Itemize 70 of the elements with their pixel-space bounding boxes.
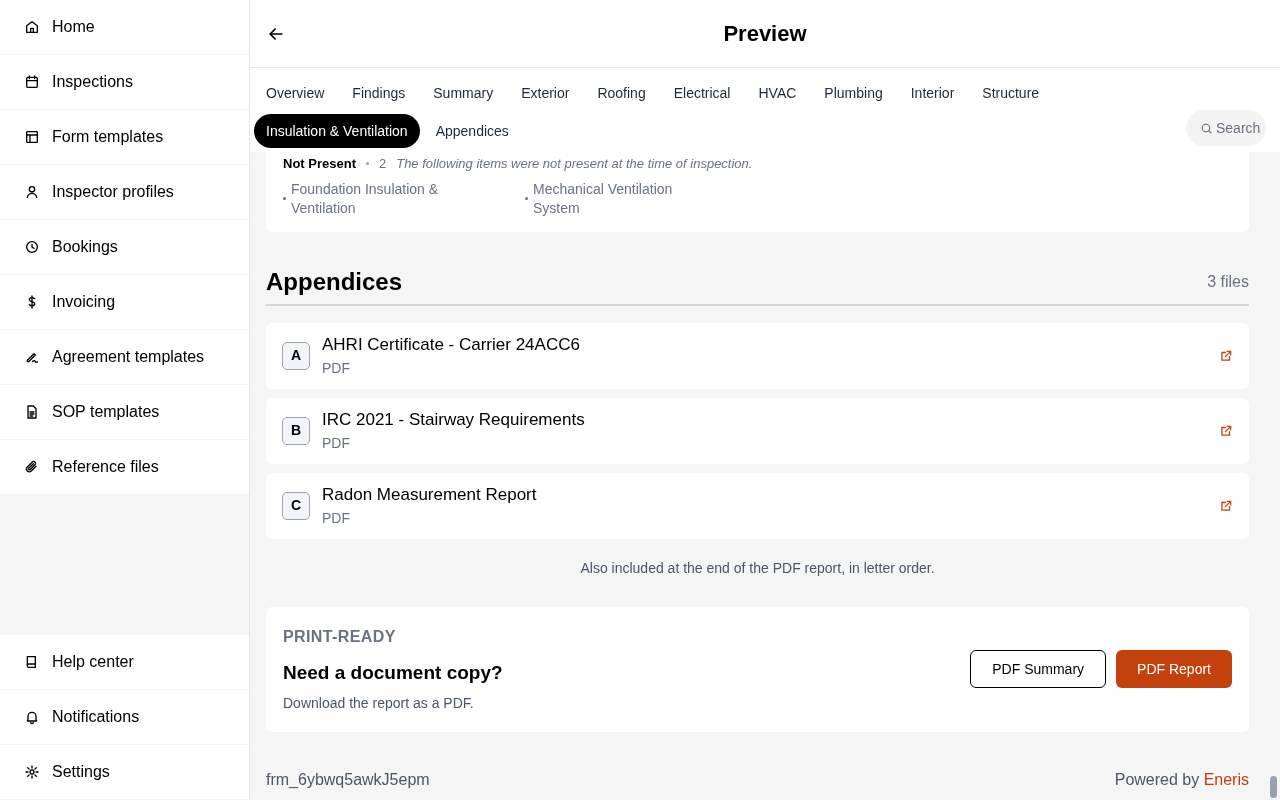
tab[interactable]: Interior [898, 76, 967, 110]
sidebar-item[interactable]: Settings [0, 745, 249, 800]
tab[interactable]: Roofing [585, 76, 658, 110]
file-name: IRC 2021 - Stairway Requirements [322, 409, 586, 432]
list-item: Mechanical Ventilation System [533, 179, 674, 218]
tab[interactable]: Electrical [661, 76, 743, 110]
pdf-report-button[interactable]: PDF Report [1116, 650, 1232, 689]
file-count: 3 files [1207, 271, 1249, 292]
sidebar-item[interactable]: Inspections [0, 55, 249, 110]
sidebar-item[interactable]: SOP templates [0, 385, 249, 440]
sidebar-item[interactable]: Form templates [0, 110, 249, 165]
card-text: Download the report as a PDF. [283, 694, 475, 713]
item-count: 2 [378, 155, 387, 173]
sidebar-item[interactable]: Notifications [0, 690, 249, 745]
bullet-icon [283, 197, 286, 200]
file-type: PDF [322, 433, 351, 453]
layout-icon [24, 129, 40, 145]
sidebar-item[interactable]: Help center [0, 635, 249, 690]
document-icon [24, 404, 40, 420]
tab[interactable]: Insulation & Ventilation [254, 114, 420, 148]
appendix-note: Also included at the end of the PDF report, in letter order. [579, 558, 936, 578]
file-name: Radon Measurement Report [322, 484, 538, 507]
letter-badge: B [282, 416, 310, 445]
file-row[interactable]: B IRC 2021 - Stairway Requirements PDF [266, 397, 1249, 464]
file-name: AHRI Certificate - Carrier 24ACC6 [322, 334, 581, 357]
sidebar-item[interactable]: Reference files [0, 440, 249, 495]
brand-link[interactable]: Eneris [1203, 771, 1249, 788]
sidebar-item[interactable]: Invoicing [0, 275, 249, 330]
page-title: Preview [723, 20, 807, 48]
external-link-icon[interactable] [1219, 348, 1233, 363]
external-link-icon[interactable] [1219, 498, 1233, 513]
user-icon [24, 184, 40, 200]
tab[interactable]: Plumbing [812, 76, 895, 110]
powered-by-text: Powered by Eneris [1114, 770, 1249, 790]
section-label: Not Present [283, 155, 356, 173]
search-icon [1200, 122, 1213, 135]
pdf-summary-button[interactable]: PDF Summary [970, 650, 1107, 689]
file-type: PDF [322, 358, 351, 378]
tab[interactable]: Exterior [509, 76, 582, 110]
sidebar-item[interactable]: Bookings [0, 220, 249, 275]
tab[interactable]: Appendices [423, 114, 521, 148]
tab[interactable]: Findings [340, 76, 418, 110]
letter-badge: C [282, 491, 310, 520]
scrollbar[interactable] [1270, 776, 1277, 798]
form-id: frm_6ybwq5awkJ5epm [266, 770, 430, 790]
tab[interactable]: Overview [254, 76, 337, 110]
section-heading: Appendices [266, 269, 403, 294]
list-item: Foundation Insulation & Ventilation [291, 179, 440, 218]
letter-badge: A [282, 341, 310, 370]
sidebar-item[interactable]: Home [0, 0, 249, 55]
paperclip-icon [24, 459, 40, 475]
file-row[interactable]: A AHRI Certificate - Carrier 24ACC6 PDF [266, 322, 1249, 389]
external-link-icon[interactable] [1219, 423, 1233, 438]
tab[interactable]: Summary [421, 76, 506, 110]
sidebar-item[interactable]: Agreement templates [0, 330, 249, 385]
file-type: PDF [322, 508, 351, 528]
tab[interactable]: Structure [970, 76, 1052, 110]
home-icon [24, 19, 40, 35]
eyebrow-label: PRINT-READY [283, 626, 397, 647]
sidebar-item[interactable]: Inspector profiles [0, 165, 249, 220]
clock-icon [24, 239, 40, 255]
bell-icon [24, 709, 40, 725]
search-field[interactable]: Search [1186, 110, 1266, 146]
section-note: The following items were not present at the time of inspection. [396, 155, 753, 173]
file-row[interactable]: C Radon Measurement Report PDF [266, 472, 1249, 539]
tab[interactable]: HVAC [746, 76, 809, 110]
bullet-icon [525, 197, 528, 200]
calendar-icon [24, 74, 40, 90]
settings-icon [24, 764, 40, 780]
card-title: Need a document copy? [283, 660, 503, 685]
